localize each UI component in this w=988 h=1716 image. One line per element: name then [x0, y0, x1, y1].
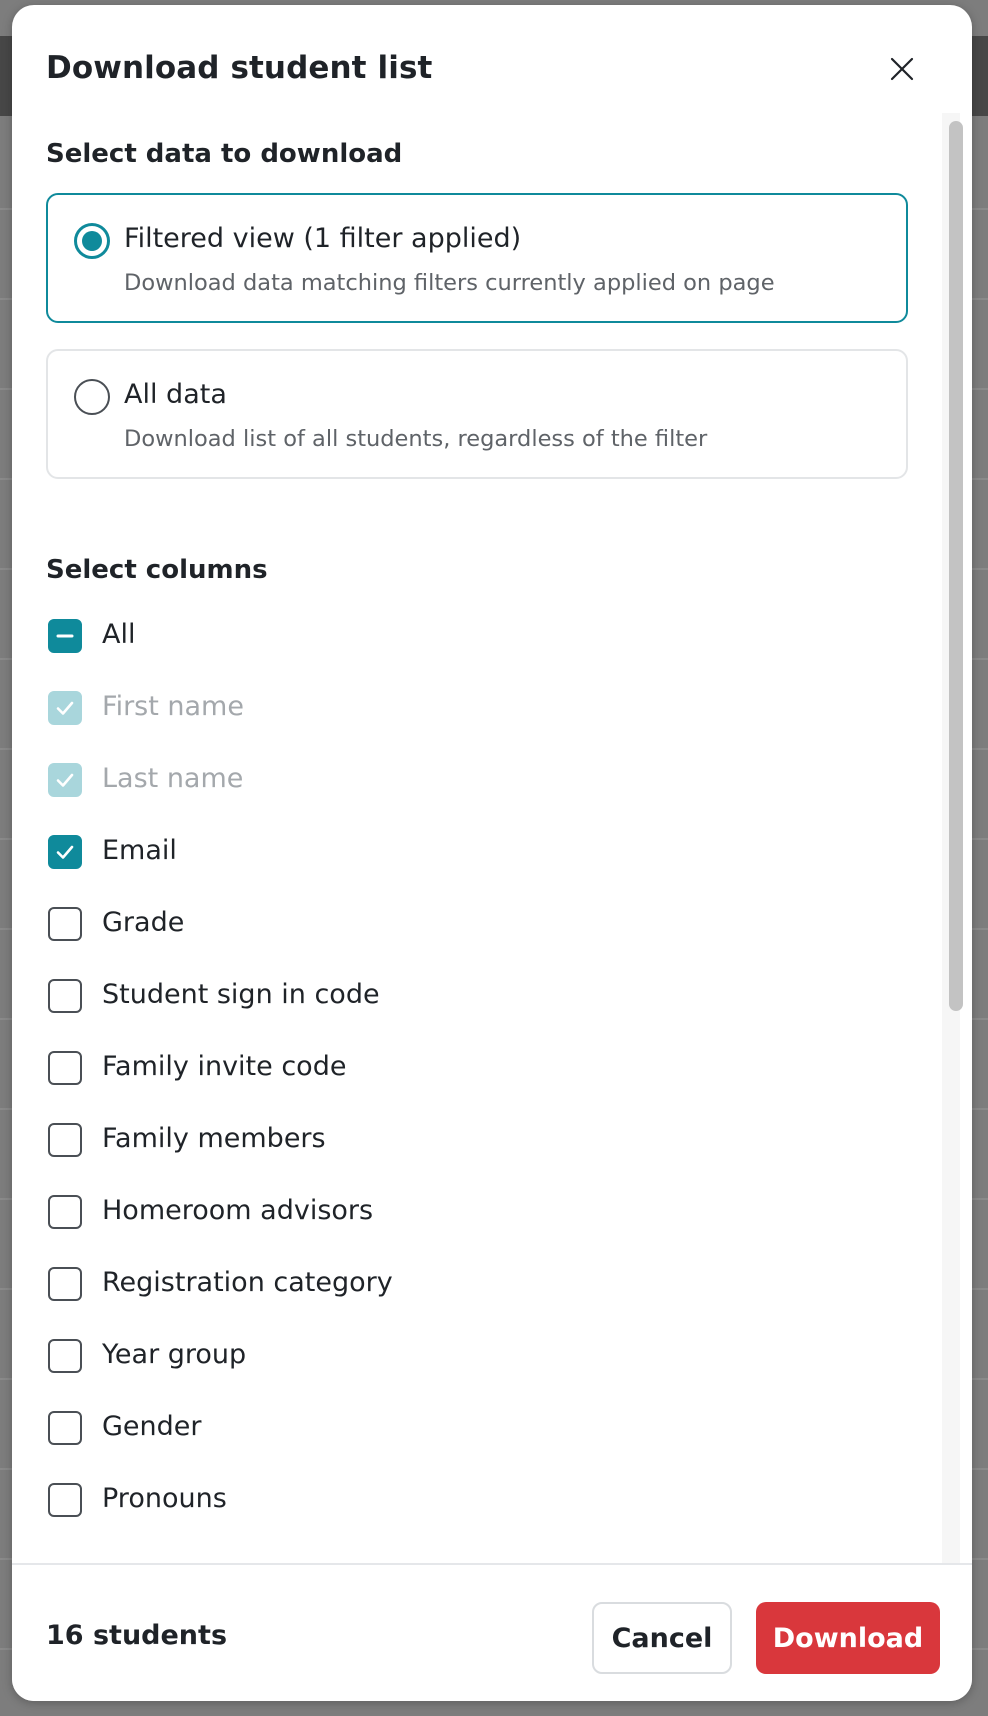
checkbox-gender[interactable]: [48, 1411, 82, 1445]
checkbox-year-group[interactable]: [48, 1339, 82, 1373]
column-option-family-members[interactable]: Family members: [46, 1119, 746, 1163]
column-label: Pronouns: [102, 1483, 227, 1514]
column-label: Student sign in code: [102, 979, 380, 1010]
column-option-pronouns[interactable]: Pronouns: [46, 1479, 746, 1523]
column-label: Last name: [102, 763, 244, 794]
column-option-last-name: Last name: [46, 759, 746, 803]
indeterminate-icon: [56, 634, 74, 638]
scrollbar-thumb[interactable]: [949, 121, 963, 1011]
option-label: All data: [124, 379, 227, 410]
dialog-body: Select data to download Filtered view (1…: [12, 113, 972, 1569]
checkbox-registration-category[interactable]: [48, 1267, 82, 1301]
column-label: All: [102, 619, 136, 650]
checkmark-icon: [56, 845, 74, 859]
column-option-first-name: First name: [46, 687, 746, 731]
radio-filtered-view[interactable]: [74, 223, 110, 259]
column-label: Gender: [102, 1411, 202, 1442]
option-all-data[interactable]: All data Download list of all students, …: [46, 349, 908, 479]
column-option-family-invite-code[interactable]: Family invite code: [46, 1047, 746, 1091]
column-option-all[interactable]: All: [46, 615, 746, 659]
column-label: Family members: [102, 1123, 326, 1154]
dialog-header: Download student list: [12, 5, 972, 113]
column-option-registration-category[interactable]: Registration category: [46, 1263, 746, 1307]
checkbox-family-members[interactable]: [48, 1123, 82, 1157]
cancel-button[interactable]: Cancel: [592, 1602, 732, 1674]
option-description: Download data matching filters currently…: [124, 270, 775, 296]
column-option-email[interactable]: Email: [46, 831, 746, 875]
column-label: First name: [102, 691, 244, 722]
column-option-student-sign-in-code[interactable]: Student sign in code: [46, 975, 746, 1019]
option-label: Filtered view (1 filter applied): [124, 223, 522, 254]
checkbox-first-name: [48, 691, 82, 725]
radio-all-data[interactable]: [74, 379, 110, 415]
column-label: Grade: [102, 907, 185, 938]
select-data-heading: Select data to download: [46, 139, 403, 169]
checkmark-icon: [56, 773, 74, 787]
column-label: Homeroom advisors: [102, 1195, 374, 1226]
student-count: 16 students: [46, 1620, 228, 1651]
column-label: Year group: [102, 1339, 247, 1370]
download-student-list-dialog: Download student list Select data to dow…: [12, 5, 972, 1701]
checkbox-last-name: [48, 763, 82, 797]
column-option-gender[interactable]: Gender: [46, 1407, 746, 1451]
checkbox-homeroom-advisors[interactable]: [48, 1195, 82, 1229]
dialog-footer: 16 students Cancel Download: [12, 1563, 972, 1701]
column-option-homeroom-advisors[interactable]: Homeroom advisors: [46, 1191, 746, 1235]
checkmark-icon: [56, 701, 74, 715]
column-option-grade[interactable]: Grade: [46, 903, 746, 947]
column-option-year-group[interactable]: Year group: [46, 1335, 746, 1379]
checkbox-student-sign-in-code[interactable]: [48, 979, 82, 1013]
close-button[interactable]: [884, 51, 920, 87]
download-button[interactable]: Download: [756, 1602, 940, 1674]
checkbox-pronouns[interactable]: [48, 1483, 82, 1517]
option-filtered-view[interactable]: Filtered view (1 filter applied) Downloa…: [46, 193, 908, 323]
column-label: Family invite code: [102, 1051, 347, 1082]
column-label: Email: [102, 835, 177, 866]
checkbox-all[interactable]: [48, 619, 82, 653]
column-label: Registration category: [102, 1267, 393, 1298]
close-icon: [890, 57, 914, 81]
checkbox-email[interactable]: [48, 835, 82, 869]
checkbox-grade[interactable]: [48, 907, 82, 941]
checkbox-family-invite-code[interactable]: [48, 1051, 82, 1085]
dialog-title: Download student list: [46, 50, 433, 86]
option-description: Download list of all students, regardles…: [124, 426, 708, 452]
select-columns-heading: Select columns: [46, 555, 268, 585]
